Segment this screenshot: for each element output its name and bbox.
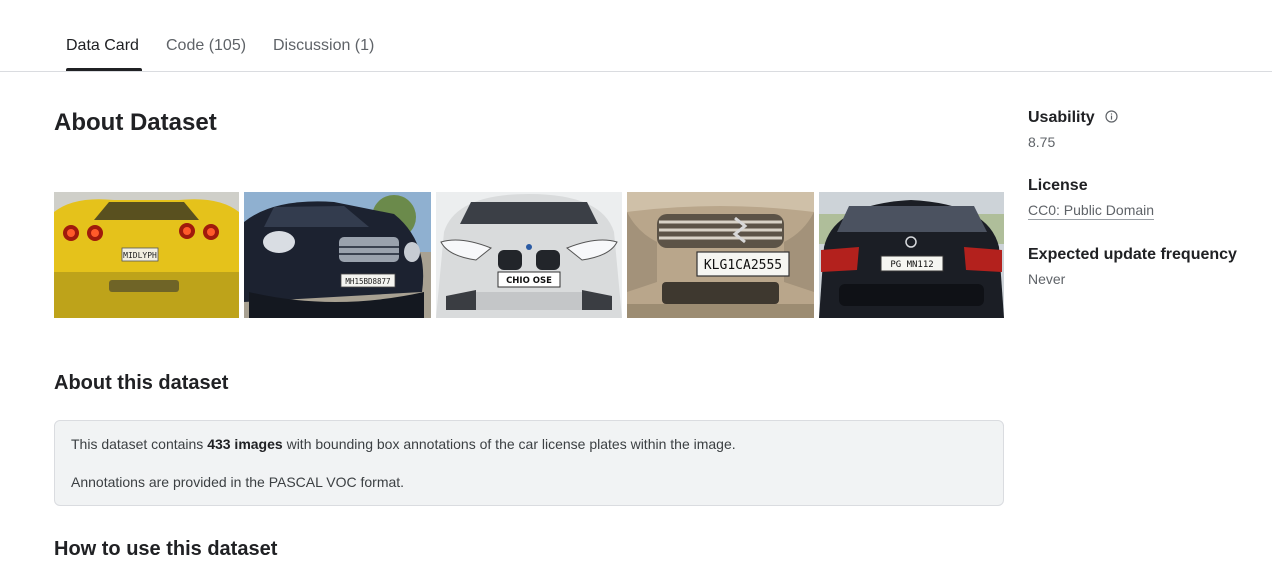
description-line-2: Annotations are provided in the PASCAL V…	[71, 474, 405, 490]
active-tab-indicator	[66, 68, 142, 71]
tab-code[interactable]: Code (105)	[166, 37, 246, 55]
update-frequency-value: Never	[1028, 271, 1066, 287]
tab-discussion[interactable]: Discussion (1)	[273, 37, 374, 55]
page-title: About Dataset	[54, 109, 217, 136]
gallery-image-4[interactable]: KLG1CA2555	[627, 192, 814, 318]
plate-text-4: KLG1CA2555	[704, 258, 782, 273]
plate-text-2: MH15BD8877	[345, 277, 390, 286]
description-line-1: This dataset contains 433 images with bo…	[71, 436, 736, 452]
tab-data-card[interactable]: Data Card	[66, 37, 139, 55]
plate-text-5: PG MN112	[890, 260, 933, 270]
license-link[interactable]: CC0: Public Domain	[1028, 202, 1155, 220]
usability-label: Usability	[1028, 109, 1095, 126]
about-dataset-heading: About this dataset	[54, 372, 229, 394]
usability-value: 8.75	[1028, 134, 1056, 150]
gallery-image-5[interactable]: PG MN112	[819, 192, 1004, 318]
how-to-use-heading: How to use this dataset	[54, 538, 278, 560]
info-icon[interactable]	[1105, 110, 1118, 123]
update-frequency-label: Expected update frequency	[1028, 246, 1237, 263]
image-gallery: MIDLYPH MH15BD8877 CHIO OSE KLG1CA2555 P…	[54, 192, 1004, 318]
image-count: 433 images	[207, 436, 283, 452]
plate-text-1: MIDLYPH	[123, 251, 157, 260]
gallery-image-2[interactable]: MH15BD8877	[244, 192, 431, 318]
license-label: License	[1028, 177, 1088, 194]
tab-bar: Data Card Code (105) Discussion (1)	[0, 0, 1272, 72]
dataset-description: This dataset contains 433 images with bo…	[54, 420, 1004, 506]
gallery-image-1[interactable]: MIDLYPH	[54, 192, 239, 318]
plate-text-3: CHIO OSE	[506, 276, 552, 286]
gallery-image-3[interactable]: CHIO OSE	[436, 192, 622, 318]
